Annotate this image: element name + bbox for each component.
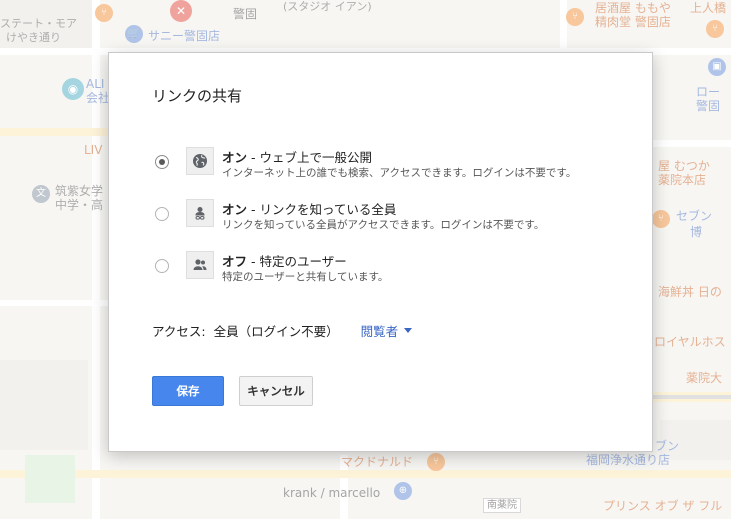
option-title: オン - リンクを知っている全員	[222, 199, 396, 218]
access-row: アクセス: 全員（ログイン不要） 閲覧者	[152, 321, 413, 340]
option-description: インターネット上の誰でも検索、アクセスできます。ログインは不要です。	[222, 167, 577, 179]
link-sharing-dialog: リンクの共有 オン - ウェブ上で一般公開 インターネット上の誰でも検索、アクセ…	[108, 52, 653, 452]
option-specific-users[interactable]: オフ - 特定のユーザー 特定のユーザーと共有しています。	[153, 251, 613, 291]
option-title: オフ - 特定のユーザー	[222, 251, 347, 270]
option-description: リンクを知っている全員がアクセスできます。ログインは不要です。	[222, 219, 545, 231]
option-title-rest: - ウェブ上で一般公開	[247, 150, 372, 165]
option-title: オン - ウェブ上で一般公開	[222, 147, 372, 166]
radio-anyone-with-link[interactable]	[155, 207, 169, 221]
role-dropdown[interactable]: 閲覧者	[361, 321, 413, 340]
option-anyone-with-link[interactable]: オン - リンクを知っている全員 リンクを知っている全員がアクセスできます。ログ…	[153, 199, 613, 239]
option-title-bold: オフ	[222, 254, 248, 269]
radio-public-web[interactable]	[155, 155, 169, 169]
radio-specific-users[interactable]	[155, 259, 169, 273]
dialog-title: リンクの共有	[152, 87, 243, 105]
option-title-bold: オン	[222, 202, 248, 217]
link-person-icon	[186, 199, 214, 227]
caret-down-icon	[404, 328, 413, 333]
option-description: 特定のユーザーと共有しています。	[222, 271, 389, 283]
option-title-rest: - リンクを知っている全員	[247, 202, 397, 217]
option-title-rest: - 特定のユーザー	[247, 254, 347, 269]
access-label: アクセス:	[152, 324, 206, 339]
globe-icon	[186, 147, 214, 175]
cancel-button[interactable]: キャンセル	[239, 376, 313, 406]
people-icon	[186, 251, 214, 279]
option-title-bold: オン	[222, 150, 248, 165]
access-value: 全員（ログイン不要）	[213, 324, 339, 339]
role-dropdown-label: 閲覧者	[360, 324, 399, 339]
save-button[interactable]: 保存	[152, 376, 224, 406]
option-public-web[interactable]: オン - ウェブ上で一般公開 インターネット上の誰でも検索、アクセスできます。ロ…	[153, 147, 613, 187]
